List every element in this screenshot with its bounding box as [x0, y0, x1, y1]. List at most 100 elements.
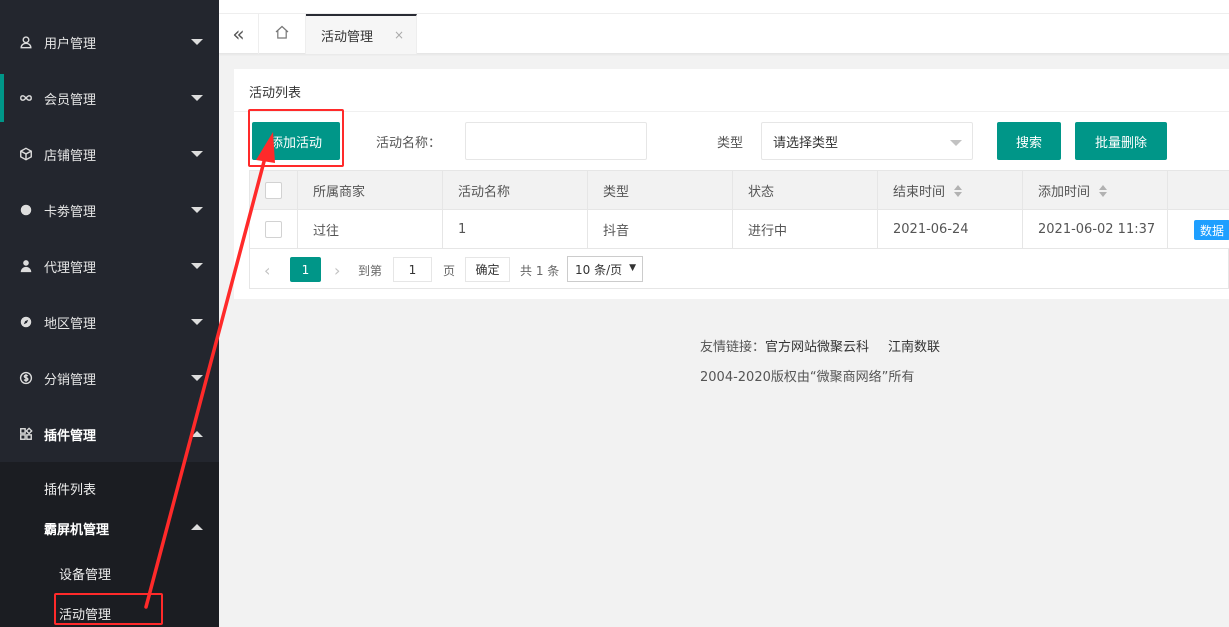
sort-icon[interactable]: [1099, 184, 1108, 197]
cell-status: 进行中: [733, 210, 878, 249]
close-icon[interactable]: ×: [394, 28, 404, 42]
select-all-cell: [249, 171, 298, 210]
sidebar: 用户管理 会员管理 店铺管理 卡劵管理 代理管理 地区管理 分销管理 插件管理 …: [0, 0, 219, 627]
double-chevron-left-icon: «: [232, 22, 245, 46]
page-size-select[interactable]: 10 条/页 ▼: [567, 256, 643, 282]
activity-table: 所属商家 活动名称 类型 状态 结束时间 添加时间 过往 1 抖音 进行中 20…: [249, 170, 1229, 249]
collapse-sidebar-button[interactable]: «: [219, 14, 259, 54]
annotation-box-add: [248, 109, 344, 167]
cell-name: 1: [443, 210, 588, 249]
type-select-value: 请选择类型: [773, 135, 839, 151]
table-row: 过往 1 抖音 进行中 2021-06-24 2021-06-02 11:37 …: [249, 210, 1229, 249]
sidebar-item-label: 卡劵管理: [44, 204, 97, 220]
sidebar-item-stores[interactable]: 店铺管理: [0, 126, 219, 182]
goto-label: 到第: [358, 263, 383, 278]
chevron-down-icon: [191, 319, 203, 325]
caret-down-icon: ▼: [629, 263, 636, 273]
annotation-box-activity: [54, 593, 163, 625]
chevron-up-icon: [191, 431, 203, 437]
column-header-label: 结束时间: [893, 185, 946, 200]
submenu-plugin-list[interactable]: 插件列表: [44, 479, 96, 498]
sidebar-item-coupons[interactable]: 卡劵管理: [0, 182, 219, 238]
table-header-row: 所属商家 活动名称 类型 状态 结束时间 添加时间: [249, 171, 1229, 210]
divider: [234, 111, 1229, 112]
sidebar-item-distribution[interactable]: 分销管理: [0, 350, 219, 406]
row-select-cell: [249, 210, 298, 249]
prev-page-icon[interactable]: ‹: [264, 258, 270, 282]
sidebar-item-members[interactable]: 会员管理: [0, 70, 219, 126]
column-header: 类型: [588, 171, 733, 210]
batch-delete-button[interactable]: 批量删除: [1075, 122, 1167, 160]
total-count: 共 1 条: [520, 263, 560, 278]
next-page-icon[interactable]: ›: [334, 258, 340, 282]
card-title: 活动列表: [249, 86, 302, 101]
home-tab[interactable]: [259, 14, 306, 54]
chevron-down-icon: [191, 263, 203, 269]
column-header: 状态: [733, 171, 878, 210]
sidebar-item-regions[interactable]: 地区管理: [0, 294, 219, 350]
row-checkbox[interactable]: [265, 221, 282, 238]
chevron-down-icon: [191, 39, 203, 45]
sidebar-item-label: 地区管理: [44, 316, 97, 332]
dollar-icon: [18, 370, 34, 386]
cell-type: 抖音: [588, 210, 733, 249]
activity-name-label: 活动名称：: [376, 136, 442, 151]
cell-end-time: 2021-06-24: [878, 210, 1023, 249]
footer-link-official[interactable]: 官方网站微聚云科: [765, 340, 869, 355]
sidebar-item-label: 分销管理: [44, 372, 97, 388]
chevron-down-icon: [191, 95, 203, 101]
sidebar-item-label: 会员管理: [44, 92, 97, 108]
tab-bar: « 活动管理 ×: [219, 14, 1229, 54]
sidebar-item-label: 代理管理: [44, 260, 97, 276]
column-header-add-time[interactable]: 添加时间: [1023, 171, 1168, 210]
infinity-icon: [18, 90, 34, 106]
person-icon: [18, 258, 34, 274]
home-icon: [274, 24, 290, 44]
column-header-label: 添加时间: [1038, 185, 1091, 200]
circle-icon: [18, 202, 34, 218]
activity-name-input[interactable]: [465, 122, 647, 160]
page-size-value: 10 条/页: [575, 262, 623, 277]
sidebar-item-users[interactable]: 用户管理: [0, 14, 219, 70]
sidebar-item-label: 插件管理: [44, 428, 97, 444]
column-header-actions: [1168, 171, 1229, 210]
search-button[interactable]: 搜索: [997, 122, 1061, 160]
cell-merchant: 过往: [298, 210, 443, 249]
current-page[interactable]: 1: [290, 257, 321, 282]
compass-icon: [18, 314, 34, 330]
sidebar-item-plugins[interactable]: 插件管理: [0, 406, 219, 462]
chevron-down-icon: [950, 140, 962, 146]
tab-activity-manage[interactable]: 活动管理 ×: [306, 14, 417, 54]
column-header-end-time[interactable]: 结束时间: [878, 171, 1023, 210]
chevron-down-icon: [191, 375, 203, 381]
footer-copyright: 2004-2020版权由“微聚商网络”所有: [700, 370, 915, 385]
submenu-screen-machine[interactable]: 霸屏机管理: [44, 519, 109, 538]
confirm-page-button[interactable]: 确定: [465, 257, 510, 282]
footer-link-jiangnan[interactable]: 江南数联: [888, 340, 940, 355]
select-all-checkbox[interactable]: [265, 182, 282, 199]
footer-links: 友情链接：官方网站微聚云科 江南数联: [700, 336, 940, 355]
page-label: 页: [443, 263, 456, 278]
sidebar-item-agents[interactable]: 代理管理: [0, 238, 219, 294]
apps-icon: [18, 426, 34, 442]
sidebar-item-label: 用户管理: [44, 36, 97, 52]
sidebar-item-label: 店铺管理: [44, 148, 97, 164]
cell-add-time: 2021-06-02 11:37: [1023, 210, 1168, 249]
chevron-down-icon: [191, 151, 203, 157]
goto-page-input[interactable]: 1: [393, 257, 432, 282]
submenu-device-manage[interactable]: 设备管理: [59, 564, 111, 583]
header-strip: [219, 0, 1229, 14]
footer-links-label: 友情链接：: [700, 340, 766, 355]
column-header: 活动名称: [443, 171, 588, 210]
cube-icon: [18, 146, 34, 162]
chevron-down-icon: [191, 207, 203, 213]
type-select[interactable]: 请选择类型: [761, 122, 973, 160]
tab-label: 活动管理: [321, 29, 374, 45]
sort-icon[interactable]: [954, 184, 963, 197]
type-label: 类型: [717, 136, 744, 151]
data-button[interactable]: 数据: [1194, 220, 1229, 240]
chevron-up-icon: [191, 524, 203, 530]
user-icon: [18, 34, 34, 50]
column-header: 所属商家: [298, 171, 443, 210]
pagination: ‹ 1 › 到第 1 页 确定 共 1 条 10 条/页 ▼: [249, 249, 1229, 289]
